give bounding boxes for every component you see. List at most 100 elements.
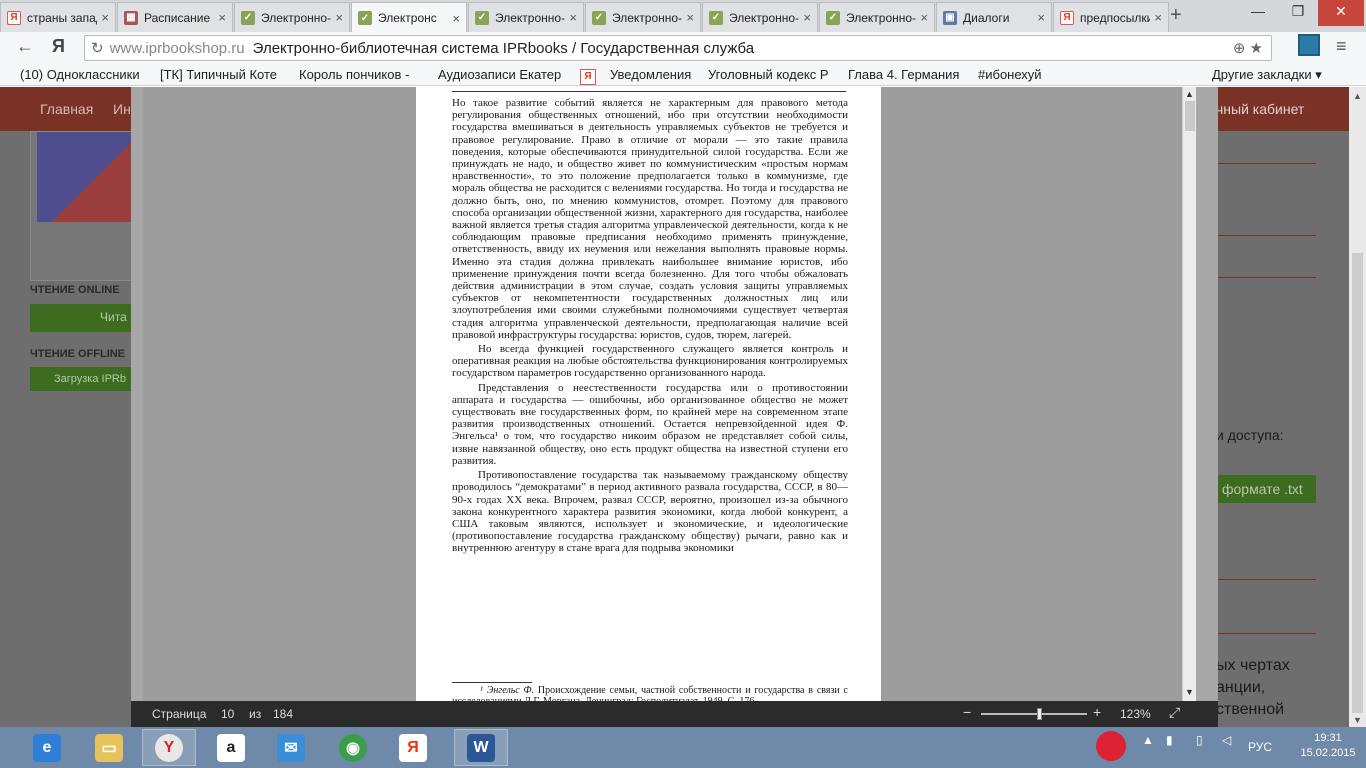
tab-title: Электронно-	[729, 10, 800, 25]
bookmark-item[interactable]: Уголовный кодекс Р	[708, 67, 836, 82]
divider	[1216, 277, 1316, 278]
page-label: Страница	[152, 707, 207, 721]
close-icon[interactable]: ×	[335, 10, 343, 25]
reader-viewport[interactable]: Но такое развитие событий является не ха…	[143, 87, 1182, 701]
yandex-bookmark-icon[interactable]: Я	[580, 69, 596, 85]
page-header-rule	[452, 91, 846, 92]
book-icon: ✓	[826, 10, 840, 25]
fit-page-icon[interactable]: ⤢	[1169, 704, 1180, 721]
tab-3[interactable]: ✓ Электронно-б ×	[234, 2, 350, 32]
tab-8[interactable]: ✓ Электронно-б ×	[819, 2, 935, 32]
other-bookmarks[interactable]: Другие закладки ▾	[1212, 67, 1342, 83]
yandex-logo[interactable]: Я	[52, 36, 65, 57]
tab-9[interactable]: ▣ Диалоги ×	[936, 2, 1052, 32]
site-nav-item[interactable]: Ин	[113, 101, 131, 117]
tab-title: предпосылки	[1080, 10, 1151, 25]
scroll-thumb[interactable]	[1185, 101, 1195, 131]
tab-title: Электронно-б	[261, 10, 332, 25]
network-icon[interactable]: ▮	[1166, 733, 1173, 747]
volume-icon[interactable]: ◁	[1222, 733, 1231, 747]
tab-10[interactable]: Япредпосылки ×	[1053, 2, 1169, 32]
page-current-input[interactable]: 10	[221, 707, 234, 721]
book-icon: ✓	[241, 10, 255, 25]
back-button[interactable]: ←	[16, 36, 34, 57]
scroll-up-icon[interactable]: ▲	[1185, 89, 1194, 99]
close-icon[interactable]: ×	[803, 10, 811, 25]
scroll-up-icon[interactable]: ▲	[1353, 91, 1362, 101]
maximize-button[interactable]: ❐	[1280, 0, 1316, 26]
tab-5[interactable]: ✓ Электронно-б ×	[468, 2, 584, 32]
address-bar[interactable]: ↻ www.iprbookshop.ru Электронно-библиоте…	[84, 35, 1272, 61]
footnote-rule	[452, 682, 532, 683]
tab-title: Электронно-б	[495, 10, 566, 25]
page-title: Электронно-библиотечная система IPRbooks…	[252, 39, 755, 57]
scroll-down-icon[interactable]: ▼	[1185, 687, 1194, 697]
browser-scrollbar[interactable]: ▲ ▼	[1349, 87, 1366, 727]
scroll-down-icon[interactable]: ▼	[1353, 715, 1362, 725]
reload-icon[interactable]: ↻	[91, 39, 104, 57]
bookmark-item[interactable]: Глава 4. Германия	[848, 67, 970, 82]
zoom-out-button[interactable]: −	[963, 704, 971, 720]
word-icon[interactable]: W	[454, 729, 508, 766]
tray-arrow-icon[interactable]: ▲	[1142, 733, 1154, 747]
amazon-icon[interactable]: a	[204, 729, 258, 766]
of-label: из	[249, 707, 262, 721]
close-window-button[interactable]: ✕	[1318, 0, 1364, 26]
site-nav-home[interactable]: Главная	[40, 101, 93, 117]
tab-6[interactable]: ✓ Электронно- ×	[585, 2, 701, 32]
menu-icon[interactable]: ≡	[1336, 36, 1347, 57]
zoom-slider[interactable]	[981, 713, 1087, 715]
screen: { "browser": { "tabs": [ {"title": "стра…	[0, 0, 1366, 768]
clock[interactable]: 19:31 15.02.2015	[1296, 731, 1360, 761]
yandex-browser-icon[interactable]: Y	[142, 729, 196, 766]
tab-1[interactable]: Ястраны запад ×	[0, 2, 116, 32]
tab-2[interactable]: ▦ Расписание з ×	[117, 2, 233, 32]
tab-7[interactable]: ✓ Электронно- ×	[702, 2, 818, 32]
read-online-button[interactable]: Чита	[30, 304, 140, 332]
chrome-icon[interactable]: ◉	[326, 729, 380, 766]
minimize-button[interactable]: —	[1240, 0, 1276, 26]
language-indicator[interactable]: РУС	[1248, 740, 1272, 754]
ie-icon[interactable]: e	[20, 729, 74, 766]
bookmark-star-icon[interactable]: ⊕ ★	[1233, 39, 1263, 57]
bookmark-item[interactable]: Король пончиков -	[299, 67, 421, 82]
bookmark-item[interactable]: (10) Одноклассники	[20, 67, 154, 82]
download-txt-button[interactable]: формате .txt	[1216, 475, 1316, 503]
reader-scrollbar[interactable]: ▲ ▼	[1182, 87, 1196, 701]
mail-icon[interactable]: ✉	[264, 729, 318, 766]
close-icon[interactable]: ×	[920, 10, 928, 25]
close-icon[interactable]: ×	[1154, 10, 1162, 25]
bookmark-item[interactable]: Уведомления	[610, 67, 700, 82]
tab-title: Диалоги	[963, 10, 1010, 25]
vk-icon: ▣	[943, 10, 957, 25]
zoom-slider-handle[interactable]	[1037, 708, 1042, 720]
new-tab-button[interactable]: +	[1170, 4, 1182, 27]
notification-icon[interactable]	[1096, 731, 1126, 761]
book-cover-frame	[30, 131, 140, 281]
close-icon[interactable]: ×	[452, 11, 460, 26]
description-text: анции,	[1216, 679, 1266, 696]
yandex-icon[interactable]: Я	[386, 729, 440, 766]
taskbar: e ▭ Y a ✉ ◉ Я W ▲ ▮ ▯ ◁ РУС 19:31 15.02.…	[0, 727, 1366, 768]
image-extension-icon[interactable]	[1298, 34, 1320, 56]
paragraph: Но такое развитие событий является не ха…	[452, 97, 848, 341]
close-icon[interactable]: ×	[101, 10, 109, 25]
download-button[interactable]: Загрузка IPRb	[30, 367, 140, 391]
close-icon[interactable]: ×	[686, 10, 694, 25]
close-icon[interactable]: ×	[218, 10, 226, 25]
scroll-thumb[interactable]	[1352, 253, 1363, 713]
battery-icon[interactable]: ▯	[1196, 733, 1203, 747]
tab-4-active[interactable]: ✓ Электронс ×	[351, 2, 467, 33]
time: 19:31	[1314, 732, 1342, 744]
page-text: Но такое развитие событий является не ха…	[452, 97, 848, 557]
bookmark-item[interactable]: [ТК] Типичный Коте	[160, 67, 286, 82]
bookmark-item[interactable]: #ибонехуй	[978, 67, 1058, 82]
close-icon[interactable]: ×	[1037, 10, 1045, 25]
close-icon[interactable]: ×	[569, 10, 577, 25]
explorer-icon[interactable]: ▭	[82, 729, 136, 766]
bookmark-item[interactable]: Аудиозаписи Екатер	[438, 67, 566, 82]
zoom-in-button[interactable]: +	[1093, 704, 1101, 720]
read-online-label: ЧТЕНИЕ ONLINE	[30, 284, 120, 296]
url-host: www.iprbookshop.ru	[109, 39, 245, 57]
site-nav-cabinet[interactable]: чный кабинет	[1216, 101, 1304, 117]
